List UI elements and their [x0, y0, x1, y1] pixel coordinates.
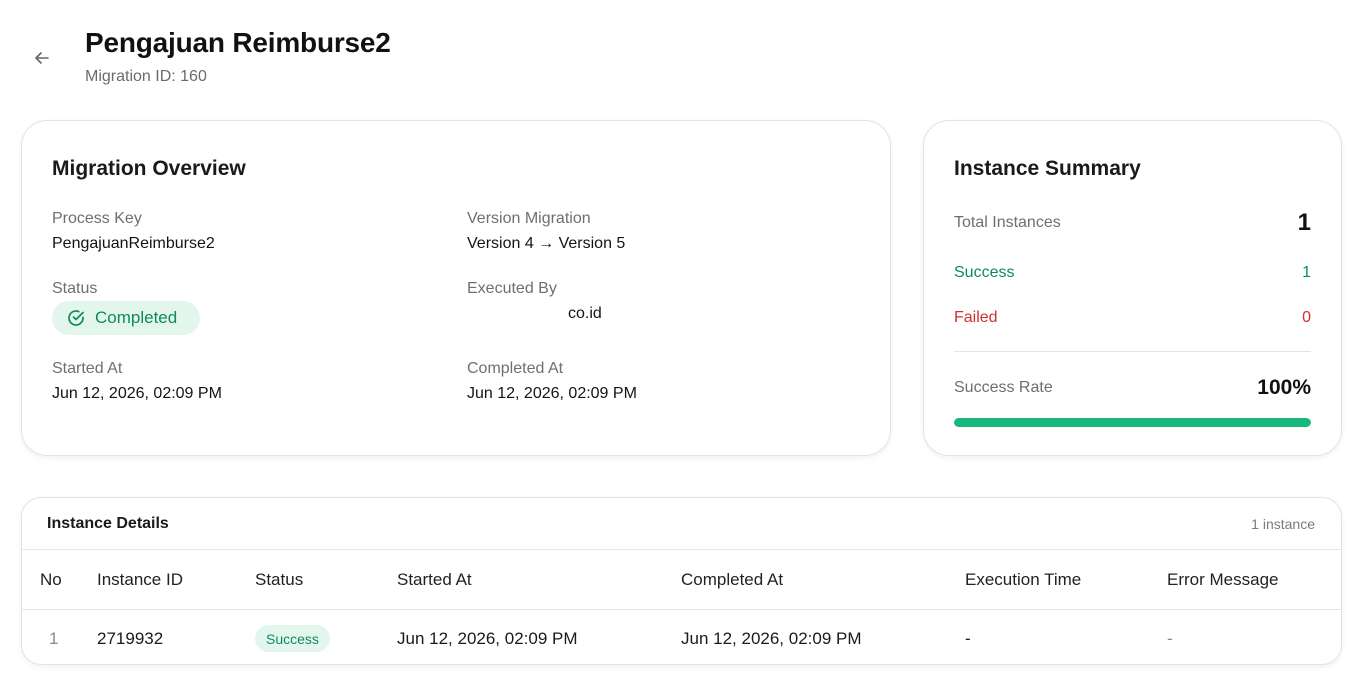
success-rate-row: Success Rate 100%	[954, 376, 1311, 400]
completed-at-label: Completed At	[467, 360, 564, 377]
table-header-row: No Instance ID Status Started At Complet…	[22, 550, 1341, 610]
executed-by-value: co.id	[568, 305, 602, 322]
column-header-execution-time: Execution Time	[965, 570, 1082, 589]
summary-title: Instance Summary	[954, 157, 1141, 180]
status-label: Status	[52, 280, 98, 297]
total-instances-label: Total Instances	[954, 214, 1061, 231]
success-value: 1	[1302, 264, 1311, 281]
page-header: Pengajuan Reimburse2 Migration ID: 160	[0, 0, 1372, 110]
row-number: 1	[49, 629, 59, 648]
page-title: Pengajuan Reimburse2	[85, 27, 391, 58]
total-instances-row: Total Instances 1	[954, 209, 1311, 237]
version-migration-value: Version 4 → Version 5	[467, 235, 626, 252]
failed-label: Failed	[954, 309, 998, 326]
table-row[interactable]: 1 2719932 Success Jun 12, 2026, 02:09 PM…	[22, 610, 1341, 666]
column-header-completed-at: Completed At	[681, 570, 784, 589]
success-rate-label: Success Rate	[954, 379, 1053, 396]
migration-overview-card: Migration Overview Process Key Pengajuan…	[21, 120, 891, 456]
status-badge-label: Completed	[95, 308, 178, 327]
overview-title: Migration Overview	[52, 157, 246, 180]
column-header-started-at: Started At	[397, 570, 472, 589]
instance-details-title: Instance Details	[47, 515, 169, 532]
check-circle-icon	[68, 310, 84, 326]
failed-row: Failed 0	[954, 309, 1311, 327]
success-rate-bar	[954, 418, 1311, 427]
column-header-instance-id: Instance ID	[97, 570, 183, 589]
row-instance-id: 2719932	[97, 629, 164, 648]
migration-id: Migration ID: 160	[85, 68, 207, 85]
started-at-value: Jun 12, 2026, 02:09 PM	[52, 385, 222, 402]
row-execution-time: -	[965, 629, 971, 648]
process-key-label: Process Key	[52, 210, 142, 227]
completed-at-value: Jun 12, 2026, 02:09 PM	[467, 385, 637, 402]
success-label: Success	[954, 264, 1015, 281]
process-key-value: PengajuanReimburse2	[52, 235, 215, 252]
executed-by-label: Executed By	[467, 280, 557, 297]
version-migration-label: Version Migration	[467, 210, 591, 227]
column-header-no: No	[40, 570, 62, 589]
failed-value: 0	[1302, 309, 1311, 326]
success-row: Success 1	[954, 264, 1311, 282]
started-at-label: Started At	[52, 360, 123, 377]
instance-count: 1 instance	[1251, 516, 1315, 532]
row-error-message: -	[1167, 629, 1173, 648]
status-badge: Completed	[52, 301, 200, 335]
total-instances-value: 1	[1297, 209, 1311, 236]
row-started-at: Jun 12, 2026, 02:09 PM	[397, 629, 578, 648]
summary-divider	[954, 351, 1311, 352]
success-rate-fill	[954, 418, 1311, 427]
row-completed-at: Jun 12, 2026, 02:09 PM	[681, 629, 862, 648]
instance-summary-card: Instance Summary Total Instances 1 Succe…	[923, 120, 1342, 456]
instance-details-card: Instance Details 1 instance No Instance …	[21, 497, 1342, 665]
arrow-left-icon	[35, 52, 49, 64]
column-header-error-message: Error Message	[1167, 570, 1279, 589]
instance-details-header: Instance Details 1 instance	[22, 498, 1341, 550]
back-button[interactable]	[28, 44, 56, 72]
row-status-badge: Success	[255, 625, 330, 652]
column-header-status: Status	[255, 570, 304, 589]
success-rate-value: 100%	[1257, 376, 1311, 399]
